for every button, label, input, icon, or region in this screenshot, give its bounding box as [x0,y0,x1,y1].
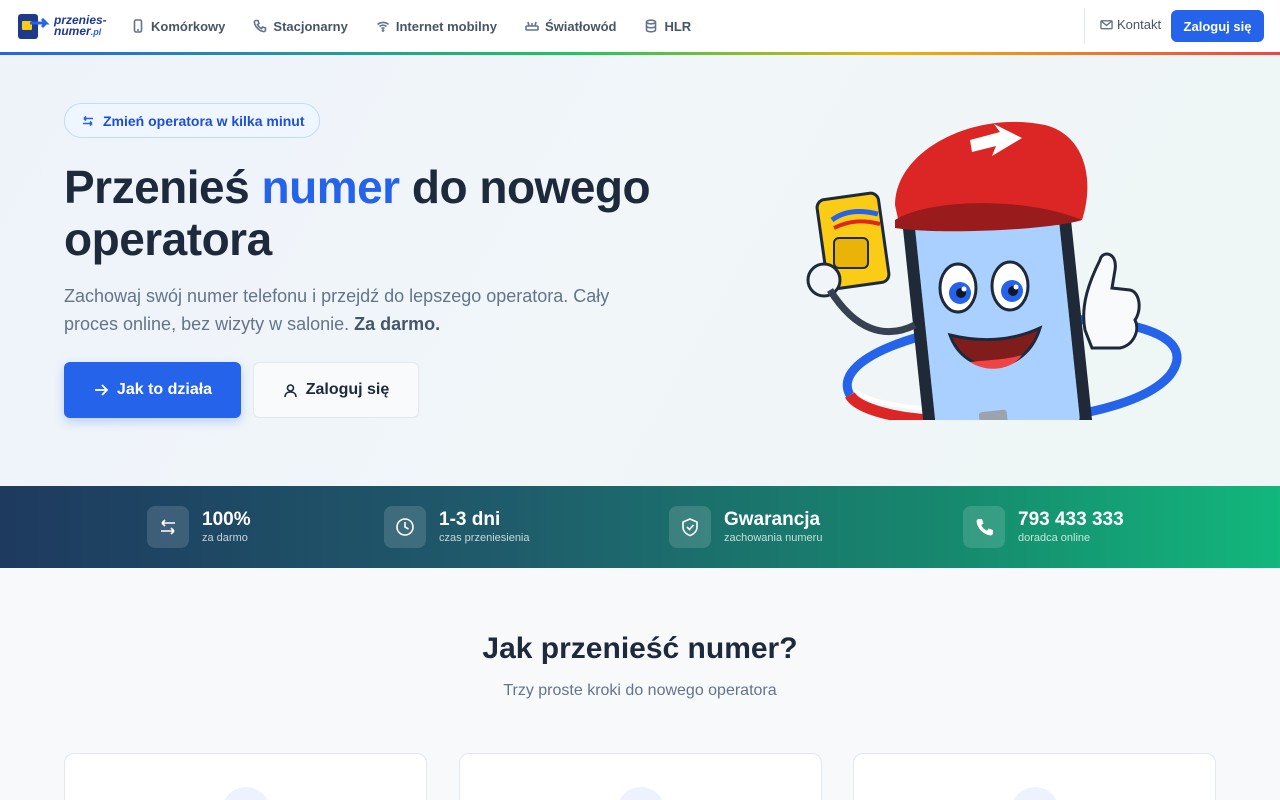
stat-label: doradca online [1018,532,1091,544]
steps-section-subtitle: Trzy proste kroki do nowego operatora [503,682,777,699]
step-icon-circle [1010,787,1059,800]
how-it-works-button[interactable]: Jak to działa [64,362,241,418]
stat-label: czas przeniesienia [439,532,530,544]
shield-check-icon [682,518,698,537]
logo-wordmark: przenies- numer.pl [54,12,107,38]
arrow-right-icon [94,384,109,396]
step-icon-circle [616,787,665,800]
phone-mascot-illustration [806,121,1182,420]
stat-free: 100% za darmo [147,506,251,548]
logo-sim-icon [18,14,50,39]
main-menu: Komórkowy Stacjonarny Internet mobilny Ś… [131,0,719,52]
top-navigation: przenies- numer.pl Komórkowy Stacjonarny… [0,0,1280,52]
database-icon [646,19,657,33]
landline-phone-icon [253,19,267,33]
hero-section: Zmień operatora w kilka minut Przenieś n… [0,55,1280,486]
hotline-number[interactable]: 793 433 333 [1018,509,1124,531]
stats-bar: 100% za darmo 1-3 dni czas przeniesienia… [0,486,1280,568]
stat-label: za darmo [202,532,248,544]
stat-value: 100% [202,509,251,530]
stat-duration: 1-3 dni czas przeniesienia [384,506,530,548]
hero-title: Przenieś numer do nowego operatora [64,161,651,265]
step-icon-circle [221,787,270,800]
hero-login-button[interactable]: Zaloguj się [253,362,419,418]
hero-badge: Zmień operatora w kilka minut [64,103,320,138]
phone-icon [976,519,993,536]
site-logo[interactable]: przenies- numer.pl [16,11,107,41]
envelope-icon [1100,20,1113,30]
stat-value: Gwarancja [724,509,821,530]
hero-subtitle: Zachowaj swój numer telefonu i przejdź d… [64,286,610,334]
user-icon [283,383,297,397]
nav-link-hlr[interactable]: HLR [644,19,691,34]
mobile-phone-icon [133,19,143,33]
login-button[interactable]: Zaloguj się [1171,10,1264,42]
nav-link-swiatlowod[interactable]: Światłowód [525,19,616,34]
stat-hotline[interactable]: 793 433 333 doradca online [963,506,1124,548]
swap-arrows-icon [161,519,175,535]
nav-link-komorkowy[interactable]: Komórkowy [131,19,225,34]
clock-icon [396,518,414,536]
router-icon [525,21,539,31]
step-card [459,753,822,800]
hero-title-accent: numer [261,161,401,213]
wifi-icon [376,21,389,32]
contact-link[interactable]: Kontakt [1100,17,1161,32]
nav-link-stacjonarny[interactable]: Stacjonarny [253,19,348,34]
nav-link-internet-mobilny[interactable]: Internet mobilny [376,19,497,34]
step-card [853,753,1216,800]
nav-divider [1084,8,1085,44]
steps-section-title: Jak przenieść numer? [482,632,798,665]
swap-arrows-icon [83,115,93,126]
stat-guarantee: Gwarancja zachowania numeru [669,506,822,548]
stat-label: zachowania numeru [724,532,823,544]
stat-value: 1-3 dni [439,509,501,530]
step-card [64,753,427,800]
